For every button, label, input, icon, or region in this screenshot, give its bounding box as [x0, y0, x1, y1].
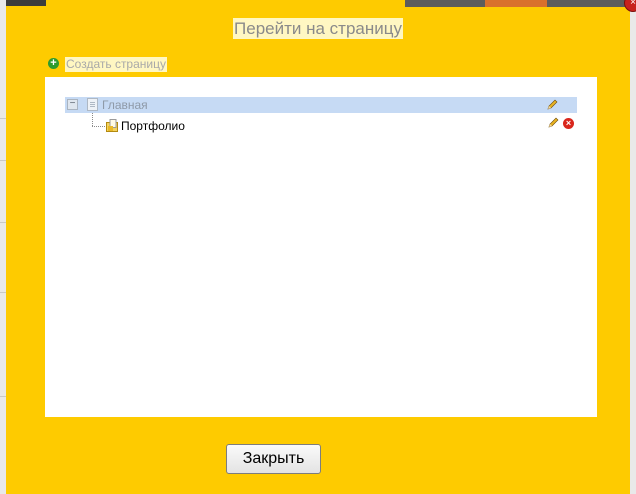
- page-icon: [87, 98, 98, 111]
- pencil-icon: [547, 99, 558, 110]
- tree-node-child-label[interactable]: Портфолио: [121, 119, 185, 133]
- close-button[interactable]: Закрыть: [226, 444, 321, 474]
- plus-circle-icon: +: [48, 57, 59, 69]
- root-edit-button[interactable]: [543, 97, 561, 113]
- delete-circle-icon[interactable]: ×: [563, 118, 574, 129]
- tree-node-root[interactable]: − Главная: [65, 97, 577, 113]
- pencil-icon[interactable]: [547, 117, 559, 129]
- create-page-link[interactable]: + Создать страницу: [48, 56, 167, 72]
- folder-page-icon: [106, 119, 118, 132]
- tree-connector-horizontal: [92, 126, 105, 128]
- minus-box-icon[interactable]: −: [67, 99, 78, 110]
- create-page-label[interactable]: Создать страницу: [65, 56, 167, 72]
- background-page-right: [630, 0, 636, 494]
- dialog-title: Перейти на страницу: [6, 18, 630, 40]
- background-page-top-left: [6, 0, 46, 6]
- tree-connector-vertical: [92, 113, 94, 126]
- background-page-top-right: [405, 0, 636, 7]
- page-tree-panel: − Главная Портфолио ×: [45, 77, 597, 417]
- tree-node-root-label[interactable]: Главная: [102, 98, 148, 112]
- goto-page-dialog: Перейти на страницу + Создать страницу −…: [6, 8, 630, 494]
- dialog-title-text: Перейти на страницу: [233, 18, 403, 39]
